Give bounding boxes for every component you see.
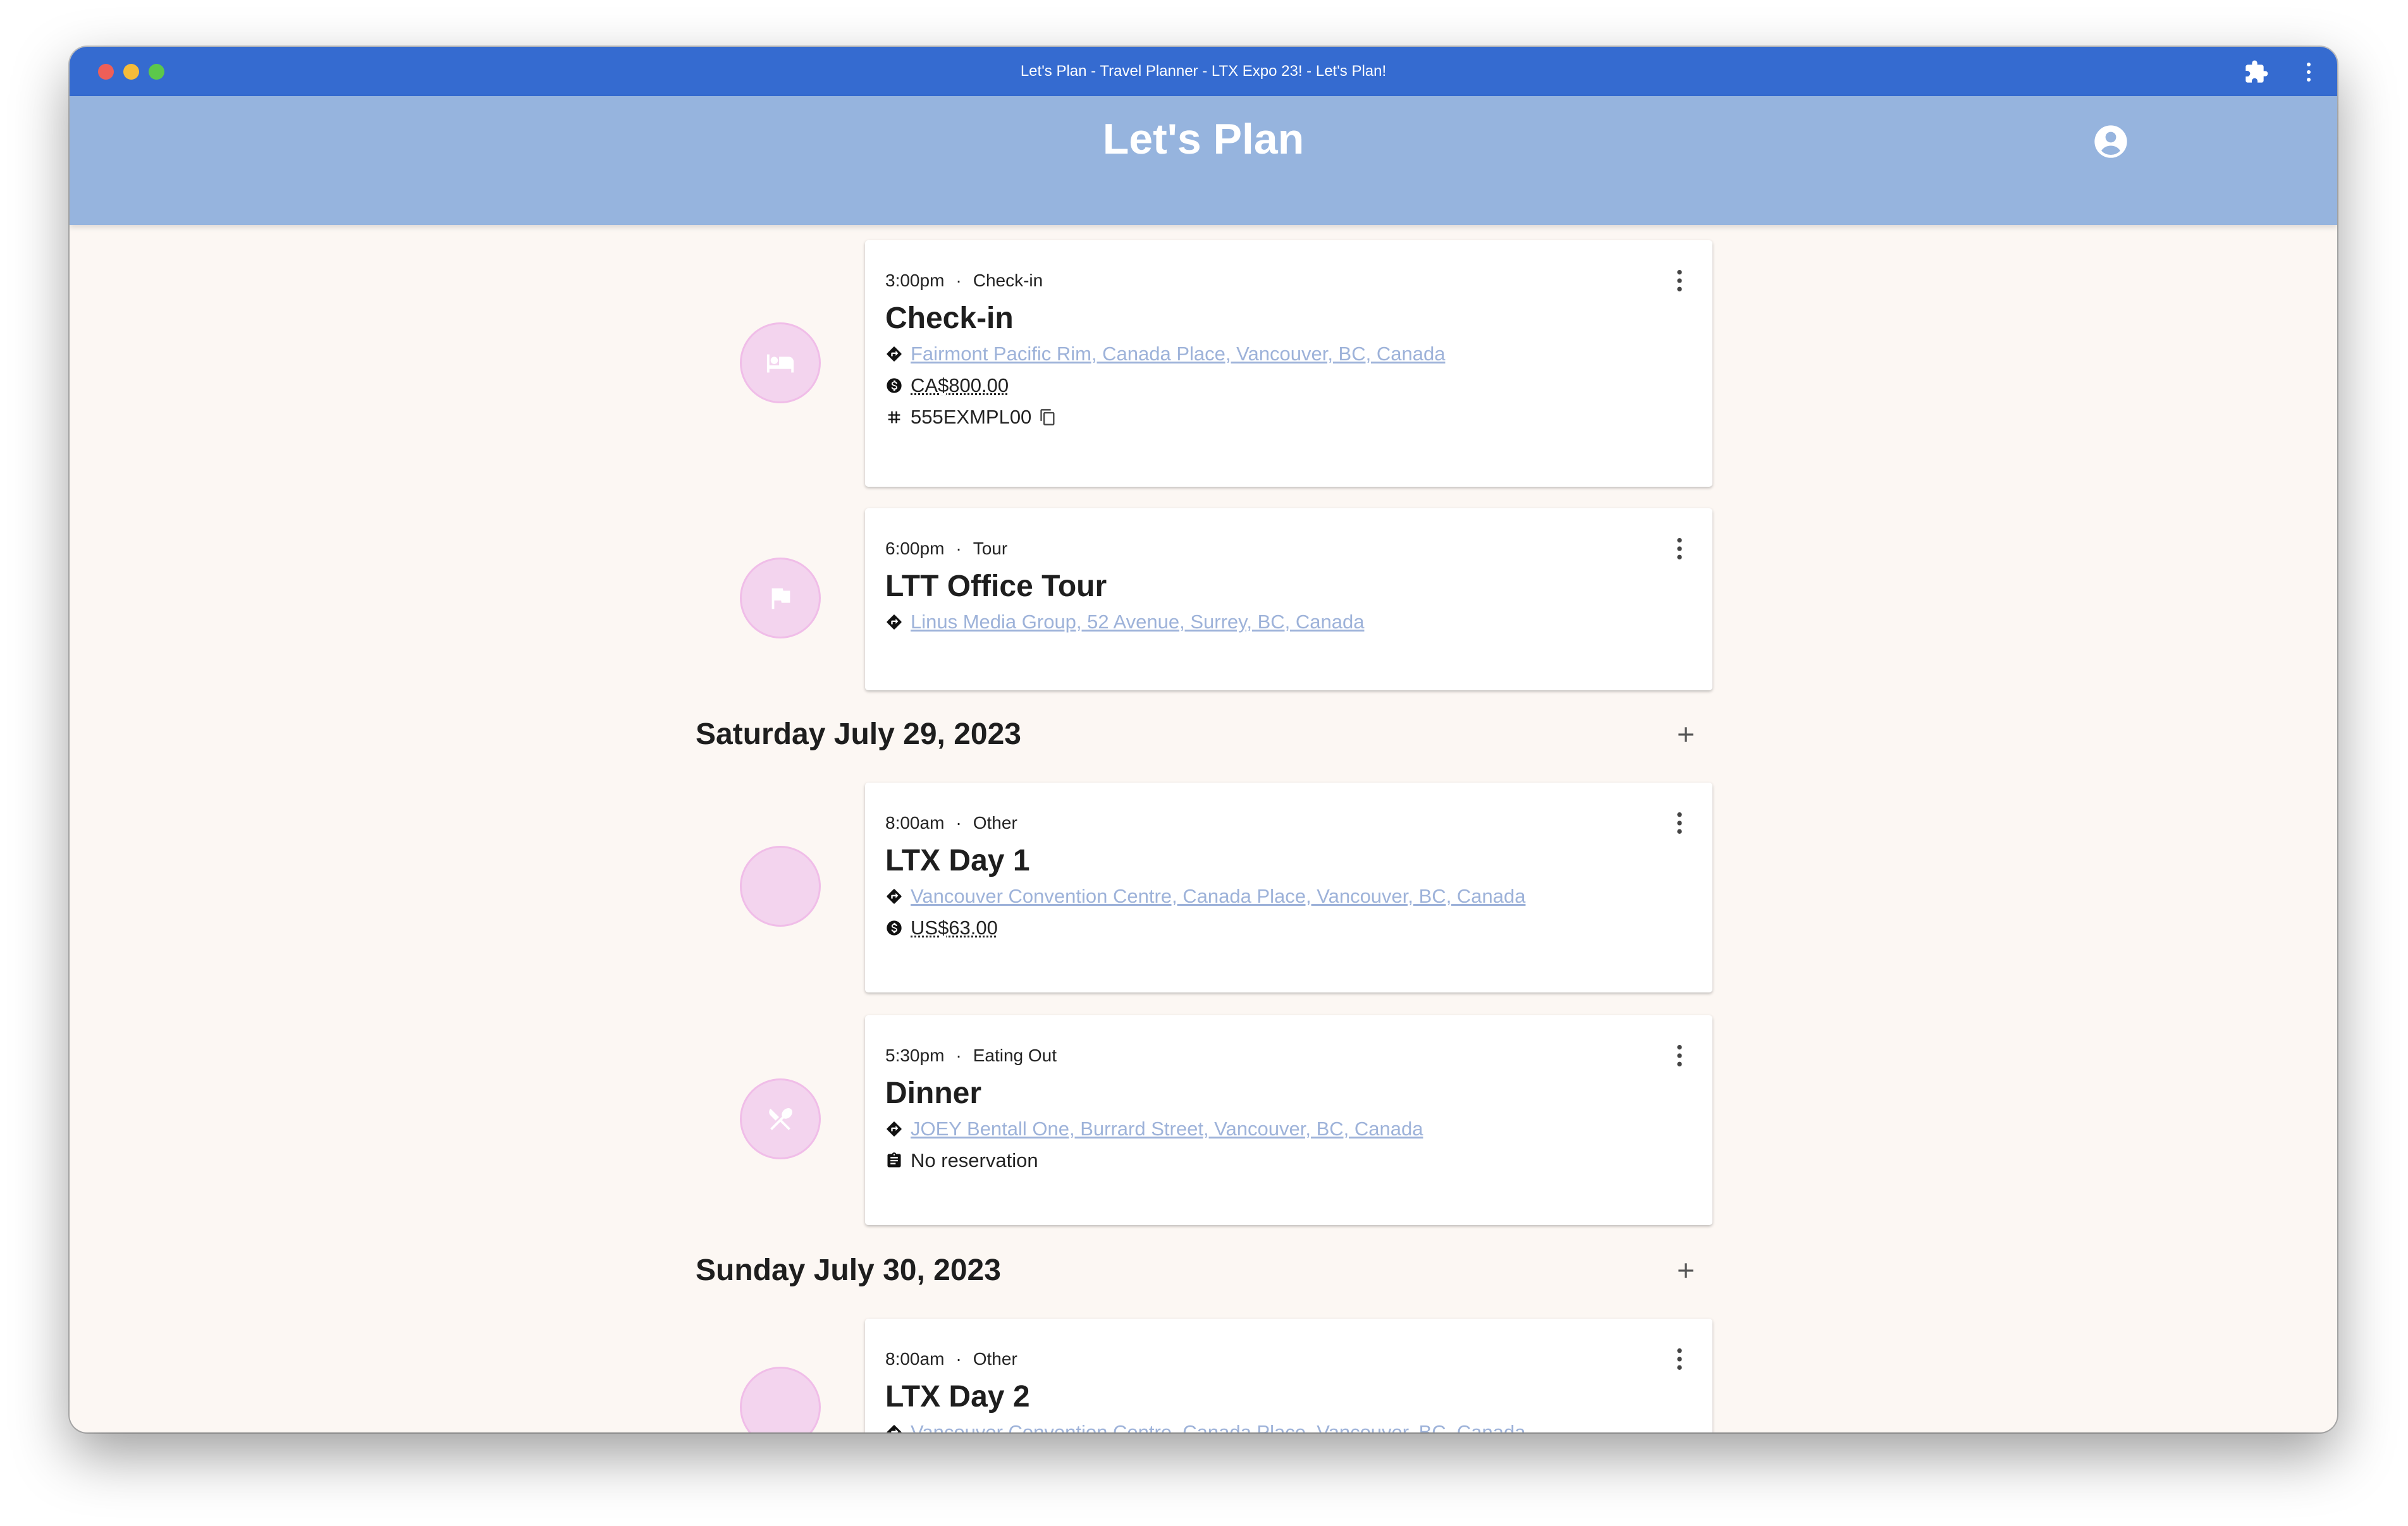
more-options-icon[interactable]: [1672, 536, 1687, 561]
event-cost-row: CA$800.00: [885, 374, 1009, 397]
browser-menu-icon[interactable]: [2299, 61, 2318, 83]
event-location-row: Fairmont Pacific Rim, Canada Place, Vanc…: [885, 343, 1445, 365]
add-event-icon[interactable]: [1673, 722, 1698, 747]
event-time: 6:00pm: [885, 539, 945, 558]
event-time: 3:00pm: [885, 271, 945, 290]
event-card[interactable]: 8:00am · Other LTX Day 2 Vancouver Convent…: [865, 1319, 1712, 1432]
event-time: 5:30pm: [885, 1046, 945, 1065]
event-location-link[interactable]: Vancouver Convention Centre, Canada Plac…: [911, 885, 1526, 908]
hash-icon: [888, 411, 900, 424]
event-location-row: Linus Media Group, 52 Avenue, Surrey, BC…: [885, 611, 1364, 633]
event-location-link[interactable]: Linus Media Group, 52 Avenue, Surrey, BC…: [911, 611, 1364, 633]
event-card[interactable]: 3:00pm · Check-in Check-in Fairmont Pacifi…: [865, 240, 1712, 487]
event-title: Dinner: [885, 1077, 982, 1110]
more-options-icon[interactable]: [1672, 268, 1687, 293]
more-options-icon[interactable]: [1672, 810, 1687, 836]
window-title: Let's Plan - Travel Planner - LTX Expo 2…: [1020, 63, 1387, 80]
event-avatar: [740, 1078, 821, 1159]
account-circle-icon[interactable]: [2093, 124, 2128, 159]
day-header: Saturday July 29, 2023: [696, 717, 1021, 751]
event-location-row: Vancouver Convention Centre, Canada Plac…: [885, 1421, 1526, 1432]
clipboard-icon: [887, 1152, 901, 1168]
currency-icon: [887, 378, 902, 393]
directions-icon: [887, 1425, 902, 1432]
event-meta: 3:00pm · Check-in: [885, 271, 1043, 290]
itinerary-content: 3:00pm · Check-in Check-in Fairmont Pacifi…: [70, 225, 2337, 1432]
event-reservation-row: No reservation: [885, 1149, 1038, 1172]
event-title: LTT Office Tour: [885, 570, 1107, 603]
event-time: 8:00am: [885, 813, 945, 833]
event-confirmation-number: 555EXMPL00: [911, 406, 1032, 428]
event-card[interactable]: 8:00am · Other LTX Day 1 Vancouver Convent…: [865, 783, 1712, 992]
event-meta: 5:30pm · Eating Out: [885, 1046, 1057, 1065]
event-category: Tour: [973, 539, 1008, 558]
event-card[interactable]: 6:00pm · Tour LTT Office Tour Linus Media …: [865, 508, 1712, 690]
event-avatar: [740, 1367, 821, 1432]
event-title: LTX Day 1: [885, 844, 1030, 877]
directions-icon: [887, 614, 902, 630]
app-brand-title[interactable]: Let's Plan: [70, 96, 2337, 182]
event-title: Check-in: [885, 302, 1014, 335]
window-titlebar: Let's Plan - Travel Planner - LTX Expo 2…: [70, 47, 2337, 96]
day-header: Sunday July 30, 2023: [696, 1254, 1001, 1287]
directions-icon: [887, 889, 902, 904]
directions-icon: [887, 1121, 902, 1137]
event-confirmation-row: 555EXMPL00: [885, 406, 1064, 429]
event-location-link[interactable]: Vancouver Convention Centre, Canada Plac…: [911, 1421, 1526, 1432]
event-meta: 8:00am · Other: [885, 813, 1017, 833]
event-card[interactable]: 5:30pm · Eating Out Dinner JOEY Bentall On…: [865, 1015, 1712, 1225]
event-reservation-status: No reservation: [911, 1149, 1038, 1171]
directions-icon: [887, 346, 902, 362]
browser-window: Let's Plan - Travel Planner - LTX Expo 2…: [70, 47, 2337, 1432]
event-cost-row: US$63.00: [885, 917, 998, 939]
event-location-row: JOEY Bentall One, Burrard Street, Vancou…: [885, 1118, 1423, 1140]
event-cost: US$63.00: [911, 917, 998, 939]
app-header: Let's Plan: [70, 96, 2337, 225]
more-options-icon[interactable]: [1672, 1346, 1687, 1372]
event-category: Eating Out: [973, 1046, 1057, 1065]
event-location-link[interactable]: Fairmont Pacific Rim, Canada Place, Vanc…: [911, 343, 1445, 365]
currency-icon: [887, 920, 902, 936]
copy-icon[interactable]: [1039, 408, 1057, 426]
event-time: 8:00am: [885, 1349, 945, 1369]
event-category: Other: [973, 1349, 1017, 1369]
event-cost: CA$800.00: [911, 374, 1009, 396]
extensions-puzzle-icon[interactable]: [2244, 59, 2269, 85]
event-location-row: Vancouver Convention Centre, Canada Plac…: [885, 885, 1526, 908]
event-location-link[interactable]: JOEY Bentall One, Burrard Street, Vancou…: [911, 1118, 1423, 1140]
event-category: Other: [973, 813, 1017, 833]
event-meta: 6:00pm · Tour: [885, 539, 1008, 558]
hotel-icon: [766, 354, 794, 373]
more-options-icon[interactable]: [1672, 1043, 1687, 1068]
add-event-icon[interactable]: [1673, 1258, 1698, 1283]
restaurant-icon: [769, 1108, 792, 1130]
event-avatar: [740, 846, 821, 927]
event-category: Check-in: [973, 271, 1043, 290]
event-avatar: [740, 322, 821, 403]
event-title: LTX Day 2: [885, 1380, 1030, 1413]
event-meta: 8:00am · Other: [885, 1349, 1017, 1369]
tour-flag-icon: [771, 588, 790, 609]
event-avatar: [740, 558, 821, 638]
